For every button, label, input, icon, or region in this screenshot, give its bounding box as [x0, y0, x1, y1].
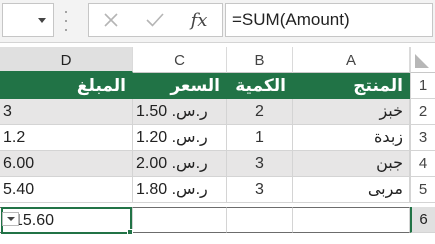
column-headers: D C B A [0, 47, 435, 73]
cell-c4[interactable]: ر.س.‏ 2.00 [133, 151, 227, 177]
grip-icon[interactable] [64, 11, 67, 31]
cell-a4[interactable]: جبن [293, 151, 410, 177]
cell-a6[interactable] [293, 207, 410, 233]
cell-a3[interactable]: زبدة [293, 125, 410, 151]
cell-d5[interactable]: 5.40 [0, 177, 133, 203]
table-row: 1.2 ر.س.‏ 1.20 1 زبدة 3 [0, 125, 435, 151]
enter-button[interactable] [135, 4, 175, 36]
table-header-row: المبلغ السعر الكمية المنتج 1 [0, 73, 435, 99]
chevron-down-icon[interactable] [38, 18, 46, 23]
cell-b5[interactable]: 3 [227, 177, 293, 203]
fill-handle[interactable] [127, 229, 133, 235]
total-row: 15.60 6 [0, 207, 435, 235]
cell-b6[interactable] [227, 207, 293, 233]
checkmark-icon [146, 13, 164, 27]
cell-d6[interactable]: 15.60 [0, 207, 133, 233]
cell-d2[interactable]: 3 [0, 99, 133, 125]
cell-b4[interactable]: 3 [227, 151, 293, 177]
formula-input[interactable]: =SUM(Amount) [225, 3, 433, 37]
row-header-3[interactable]: 3 [410, 125, 435, 151]
cell-d1[interactable]: المبلغ [0, 73, 133, 99]
cell-b2[interactable]: 2 [227, 99, 293, 125]
column-header-c[interactable]: C [133, 47, 227, 73]
cell-c2[interactable]: ر.س.‏ 1.50 [133, 99, 227, 125]
chevron-down-icon [7, 217, 15, 221]
cell-d3[interactable]: 1.2 [0, 125, 133, 151]
table-row: 3 ر.س.‏ 1.50 2 خبز 2 [0, 99, 435, 125]
table-row: 6.00 ر.س.‏ 2.00 3 جبن 4 [0, 151, 435, 177]
column-header-a[interactable]: A [293, 47, 410, 73]
row-header-6[interactable]: 6 [410, 207, 435, 233]
cell-c6[interactable] [133, 207, 227, 233]
close-x-icon [104, 13, 118, 27]
column-header-d[interactable]: D [0, 47, 133, 73]
column-header-b[interactable]: B [227, 47, 293, 73]
insert-function-button[interactable]: fx [179, 4, 219, 36]
cell-b3[interactable]: 1 [227, 125, 293, 151]
cell-c5[interactable]: ر.س.‏ 1.80 [133, 177, 227, 203]
name-box[interactable] [2, 3, 54, 37]
fx-label: fx [190, 9, 208, 31]
cell-c3[interactable]: ر.س.‏ 1.20 [133, 125, 227, 151]
formula-bar: fx =SUM(Amount) [0, 0, 435, 43]
cell-c1[interactable]: السعر [133, 73, 227, 99]
total-row-dropdown-button[interactable] [2, 212, 19, 226]
cell-b1[interactable]: الكمية [227, 73, 293, 99]
cancel-button[interactable] [91, 4, 131, 36]
table-row: 5.40 ر.س.‏ 1.80 3 مربى 5 [0, 177, 435, 203]
row-header-2[interactable]: 2 [410, 99, 435, 125]
cell-d4[interactable]: 6.00 [0, 151, 133, 177]
cell-a1[interactable]: المنتج [293, 73, 410, 99]
select-all-button[interactable] [410, 47, 435, 73]
sheet-grid: D C B A المبلغ السعر الكمية المنتج 1 3 ر… [0, 47, 435, 244]
select-all-icon [415, 54, 429, 68]
cell-a5[interactable]: مربى [293, 177, 410, 203]
cell-a2[interactable]: خبز [293, 99, 410, 125]
row-header-5[interactable]: 5 [410, 177, 435, 203]
formula-buttons: fx [88, 3, 223, 37]
row-header-1[interactable]: 1 [410, 73, 435, 99]
row-header-4[interactable]: 4 [410, 151, 435, 177]
spreadsheet-window: fx =SUM(Amount) D C B A المبلغ السعر الك… [0, 0, 435, 244]
